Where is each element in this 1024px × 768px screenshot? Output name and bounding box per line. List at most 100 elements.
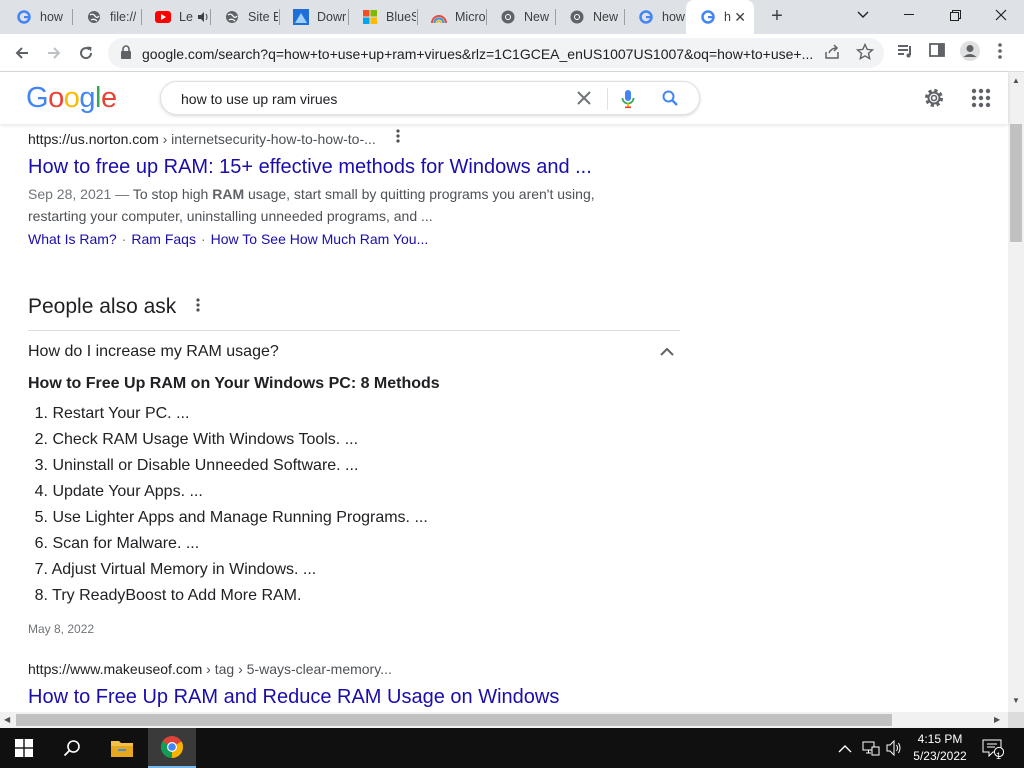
search-box[interactable]: how to use up ram virues [160,81,700,115]
vertical-scroll-thumb[interactable] [1010,124,1022,242]
list-item: 6. Scan for Malware. ... [28,535,428,561]
back-button[interactable] [8,39,36,67]
result-options-icon[interactable] [396,129,400,146]
paa-answer-list: 1. Restart Your PC. ... 2. Check RAM Usa… [28,405,428,613]
chrome-icon [161,736,183,758]
browser-tab[interactable]: file:// [72,0,140,34]
result-snippet: Sep 28, 2021 — To stop high RAM usage, s… [28,183,608,227]
reload-button[interactable] [72,39,100,67]
browser-menu-icon[interactable] [997,42,1003,65]
address-bar[interactable]: google.com/search?q=how+to+use+up+ram+vi… [108,38,884,68]
paa-question[interactable]: How do I increase my RAM usage? [28,343,279,361]
browser-tab[interactable]: how [2,0,70,34]
chevron-up-icon[interactable] [660,344,674,362]
google-logo-letter: o [48,82,64,114]
new-tab-button[interactable]: + [766,6,788,28]
taskbar: 4:15 PM 5/23/2022 1 [0,728,1024,768]
address-url[interactable]: google.com/search?q=how+to+use+up+ram+vi… [142,46,813,62]
browser-tab[interactable]: Le [141,0,209,34]
lock-icon[interactable] [120,45,132,65]
list-item-text: Try ReadyBoost to Add More RAM. [52,587,302,604]
result-url[interactable]: https://us.norton.com › internetsecurity… [28,131,376,147]
scroll-down-arrow-icon[interactable]: ▼ [1012,696,1020,705]
close-tab-icon[interactable]: ✕ [734,9,746,26]
browser-tab[interactable]: how [624,0,686,34]
paa-options-icon[interactable] [196,298,200,317]
list-number: 2. [34,431,48,448]
browser-tab[interactable]: New [486,0,554,34]
google-icon [16,9,32,25]
close-window-button[interactable] [978,0,1024,30]
list-item: 8. Try ReadyBoost to Add More RAM. [28,587,428,613]
horizontal-scroll-thumb[interactable] [16,714,892,726]
voice-search-icon[interactable] [621,89,635,114]
bookmark-star-icon[interactable] [855,42,875,66]
apps-grid-icon[interactable] [971,88,991,113]
list-number: 3. [34,457,48,474]
side-panel-icon[interactable] [929,42,945,63]
arrow-left-icon [15,47,28,59]
result-sitelinks: What Is Ram? · Ram Faqs · How To See How Muc… [28,231,428,247]
sitelink[interactable]: How To See How Much Ram You... [211,231,429,247]
result-url[interactable]: https://www.makeuseof.com › tag › 5-ways… [28,661,392,677]
speaker-icon[interactable] [197,11,209,23]
browser-tab[interactable]: BlueS [348,0,416,34]
volume-icon[interactable] [886,739,904,761]
vertical-scrollbar[interactable]: ▲ ▼ [1008,72,1024,712]
search-taskbar-button[interactable] [48,728,96,768]
browser-tab[interactable]: Micro [417,0,485,34]
list-number: 5. [34,509,48,526]
browser-tab[interactable]: New [555,0,623,34]
restore-button[interactable] [932,0,978,30]
result-title[interactable]: How to free up RAM: 15+ effective method… [28,156,592,179]
snippet-text: To stop high [132,186,213,202]
sitelink-separator: · [200,231,206,247]
profile-avatar-icon[interactable] [959,40,981,67]
list-number: 8. [34,587,48,604]
arrow-right-icon [48,47,61,59]
share-icon[interactable] [824,44,840,65]
list-number: 1. [34,405,48,422]
search-input[interactable]: how to use up ram virues [181,91,337,107]
browser-tab[interactable]: Site E [210,0,278,34]
browser-tab[interactable]: Dowr [279,0,347,34]
search-results: https://us.norton.com › internetsecurity… [0,124,1008,712]
chevron-up-icon[interactable] [838,741,852,759]
list-item-text: Restart Your PC. ... [52,405,190,422]
scroll-up-arrow-icon[interactable]: ▲ [1012,76,1020,85]
clock-date: 5/23/2022 [913,749,967,763]
google-logo-letter: e [100,82,117,114]
google-logo-letter: G [26,82,49,114]
network-icon[interactable] [862,740,880,761]
list-item-text: Adjust Virtual Memory in Windows. ... [51,561,317,578]
google-icon [638,9,654,25]
folder-icon [111,741,133,757]
minimize-button[interactable] [886,0,932,30]
scroll-left-arrow-icon[interactable]: ◀ [4,715,10,724]
result-date: Sep 28, 2021 — [28,186,133,202]
list-number: 7. [34,561,48,578]
system-clock[interactable]: 4:15 PM 5/23/2022 [908,731,972,765]
snippet-highlight: RAM [212,186,245,202]
browser-tab-active[interactable]: h ✕ [686,0,754,34]
clear-search-icon[interactable] [575,89,593,112]
chrome-icon [569,9,585,25]
gear-icon[interactable] [922,86,946,115]
sitelink[interactable]: Ram Faqs [131,231,196,247]
tab-search-button[interactable] [840,0,886,30]
scroll-right-arrow-icon[interactable]: ▶ [994,715,1000,724]
google-logo[interactable]: Google [26,82,117,115]
search-icon [63,740,80,757]
sitelink[interactable]: What Is Ram? [28,231,117,247]
media-controls-icon[interactable] [896,42,914,65]
paa-date: May 8, 2022 [28,622,95,636]
result-title[interactable]: How to Free Up RAM and Reduce RAM Usage … [28,686,559,709]
chrome-taskbar-button[interactable] [148,728,196,768]
list-item-text: Update Your Apps. ... [52,483,203,500]
start-button[interactable] [0,728,48,768]
forward-button[interactable] [40,39,68,67]
search-icon[interactable] [661,89,679,112]
file-explorer-button[interactable] [98,728,146,768]
sitelink-separator: · [121,231,127,247]
horizontal-scrollbar[interactable]: ◀ ▶ [0,712,1008,728]
